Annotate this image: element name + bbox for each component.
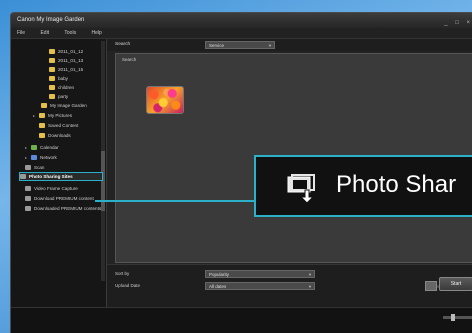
downloaded-icon bbox=[25, 206, 31, 211]
tree-item[interactable]: children bbox=[49, 83, 74, 92]
tree-item[interactable]: Scan bbox=[25, 163, 44, 172]
zoom-slider[interactable] bbox=[443, 314, 472, 321]
network-icon bbox=[31, 155, 37, 160]
search-label: Search bbox=[115, 42, 131, 47]
photo-thumbnail[interactable] bbox=[146, 86, 184, 114]
menu-file[interactable]: File bbox=[17, 30, 25, 36]
tree-item[interactable]: Saved Content bbox=[39, 121, 78, 130]
start-button[interactable]: Start bbox=[439, 277, 472, 291]
tree-item[interactable]: ▸ My Pictures bbox=[33, 111, 72, 120]
callout-connector bbox=[95, 200, 255, 202]
callout-label: Photo Shar bbox=[336, 171, 457, 198]
title-bar: Canon My Image Garden _ □ × bbox=[11, 13, 472, 28]
slider-knob[interactable] bbox=[425, 281, 437, 291]
tree-item[interactable]: 2011_01_15 bbox=[49, 65, 83, 74]
tree-item[interactable]: Downloads bbox=[39, 131, 71, 140]
tree-item[interactable]: Video Frame Capture bbox=[25, 184, 78, 193]
callout-box: Photo Shar bbox=[254, 155, 472, 217]
chevron-down-icon: ▼ bbox=[308, 284, 312, 289]
status-bar bbox=[11, 307, 472, 333]
menu-bar: File Edit Tools Help bbox=[11, 28, 472, 39]
folder-icon bbox=[49, 76, 55, 81]
folder-icon bbox=[39, 113, 45, 118]
tree-item[interactable]: Downloaded PREMIUM contents bbox=[25, 204, 101, 213]
photo-share-icon bbox=[287, 174, 315, 203]
panel-label: Search bbox=[122, 57, 137, 62]
service-select[interactable]: Service ▼ bbox=[205, 41, 275, 49]
tree-item[interactable]: ▸ Calendar bbox=[25, 143, 59, 152]
chevron-down-icon: ▼ bbox=[308, 272, 312, 277]
sort-by-label: Sort by bbox=[115, 271, 130, 276]
tree-item[interactable]: 2011_01_12 bbox=[49, 47, 83, 56]
calendar-icon bbox=[31, 145, 37, 150]
sidebar-scrollbar[interactable] bbox=[101, 41, 105, 281]
tree-item[interactable]: 2011_01_13 bbox=[49, 56, 83, 65]
filter-controls: Sort by Popularity ▼ Upload Date All date… bbox=[107, 264, 472, 307]
sidebar-item-photo-sharing-sites[interactable]: Photo Sharing Sites bbox=[19, 172, 103, 181]
tree-item[interactable]: My Image Garden bbox=[41, 101, 87, 110]
scrollbar-thumb[interactable] bbox=[101, 151, 105, 211]
window-title: Canon My Image Garden bbox=[17, 17, 85, 23]
tree-item[interactable]: Download PREMIUM content bbox=[25, 194, 94, 203]
chevron-down-icon: ▼ bbox=[268, 43, 272, 48]
folder-icon bbox=[39, 133, 45, 138]
tree-item[interactable]: ▸ Network bbox=[25, 153, 57, 162]
folder-icon bbox=[39, 123, 45, 128]
tree-item[interactable]: party bbox=[49, 92, 68, 101]
folder-icon bbox=[49, 67, 55, 72]
upload-date-label: Upload Date bbox=[115, 283, 141, 288]
scanner-icon bbox=[25, 165, 31, 170]
folder-icon bbox=[49, 58, 55, 63]
video-frame-icon bbox=[25, 186, 31, 191]
search-row: Search Service ▼ bbox=[107, 39, 472, 51]
sidebar: 2011_01_12 2011_01_13 2011_01_15 baby ch… bbox=[11, 39, 107, 333]
menu-help[interactable]: Help bbox=[91, 30, 101, 36]
tree-item[interactable]: baby bbox=[49, 74, 68, 83]
sort-by-select[interactable]: Popularity ▼ bbox=[205, 270, 315, 278]
download-icon bbox=[25, 196, 31, 201]
folder-icon bbox=[49, 94, 55, 99]
upload-date-select[interactable]: All dates ▼ bbox=[205, 282, 315, 290]
photo-share-icon bbox=[20, 174, 26, 179]
folder-icon bbox=[41, 103, 47, 108]
folder-icon bbox=[49, 49, 55, 54]
menu-tools[interactable]: Tools bbox=[64, 30, 76, 36]
folder-icon bbox=[49, 85, 55, 90]
menu-edit[interactable]: Edit bbox=[40, 30, 49, 36]
